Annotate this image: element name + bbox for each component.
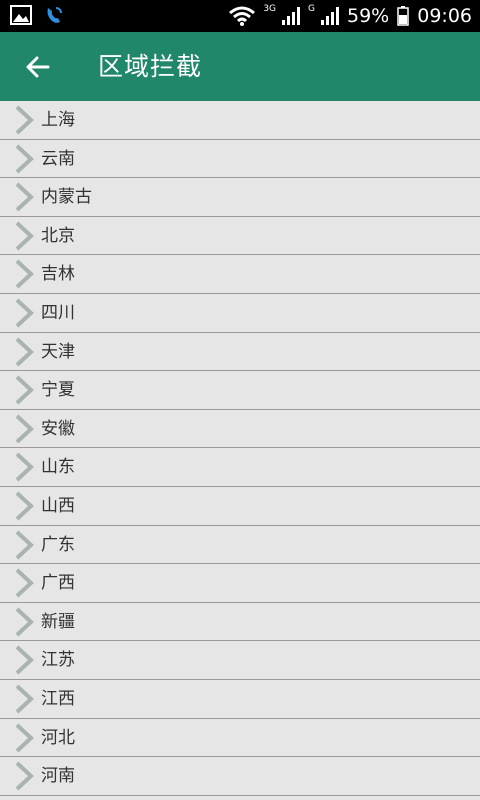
region-label: 上海	[41, 110, 75, 130]
clock: 09:06	[417, 5, 472, 27]
battery-icon	[397, 6, 409, 26]
chevron-right-icon	[15, 375, 34, 405]
chevron-right-icon	[15, 182, 34, 212]
call-sync-icon	[47, 7, 62, 23]
chevron-right-icon	[15, 645, 34, 675]
region-item[interactable]: 四川	[0, 293, 480, 333]
back-arrow-icon[interactable]	[22, 51, 54, 83]
region-item[interactable]: 上海	[0, 101, 480, 140]
chevron-right-icon	[15, 491, 34, 521]
chevron-right-icon	[15, 337, 34, 367]
region-item[interactable]: 河南	[0, 757, 480, 796]
region-label: 山东	[41, 457, 75, 478]
page-title: 区域拦截	[98, 52, 203, 81]
chevron-right-icon	[15, 761, 34, 791]
region-label: 内蒙古	[41, 187, 92, 208]
region-item[interactable]: 广西	[0, 564, 480, 603]
region-item[interactable]: 内蒙古	[0, 178, 480, 217]
region-item[interactable]: 北京	[0, 216, 480, 256]
region-item[interactable]: 新疆	[0, 602, 480, 642]
chevron-right-icon	[15, 298, 34, 328]
app-bar: 区域拦截	[0, 32, 480, 101]
region-label: 宁夏	[41, 380, 75, 401]
region-label: 云南	[41, 148, 75, 169]
region-list: 上海云南内蒙古北京吉林四川天津宁夏安徽山东山西广东广西新疆江苏江西河北河南	[0, 101, 480, 796]
region-label: 新疆	[41, 611, 75, 632]
region-label: 河南	[41, 766, 75, 787]
chevron-right-icon	[15, 221, 34, 251]
region-label: 江苏	[41, 650, 75, 671]
region-label: 安徽	[41, 418, 75, 439]
signal-3g-icon	[282, 7, 301, 25]
region-item[interactable]: 广东	[0, 525, 480, 565]
region-label: 天津	[41, 341, 75, 362]
chevron-right-icon	[15, 105, 34, 135]
region-item[interactable]: 河北	[0, 718, 480, 758]
region-item[interactable]: 云南	[0, 139, 480, 179]
chevron-right-icon	[15, 530, 34, 559]
region-item[interactable]: 江苏	[0, 641, 480, 680]
region-item[interactable]: 吉林	[0, 255, 480, 294]
region-label: 江西	[41, 688, 75, 709]
chevron-right-icon	[15, 259, 34, 289]
network-type-3g: 3G	[263, 4, 277, 14]
chevron-right-icon	[15, 144, 34, 174]
region-item[interactable]: 安徽	[0, 409, 480, 449]
chevron-right-icon	[15, 723, 34, 752]
region-label: 河北	[41, 727, 75, 748]
region-label: 四川	[41, 302, 75, 323]
notification-icons	[10, 5, 64, 25]
network-type-g: G	[308, 4, 315, 14]
chevron-right-icon	[15, 607, 34, 637]
chevron-right-icon	[15, 414, 34, 444]
region-label: 山西	[41, 495, 75, 516]
chevron-right-icon	[15, 568, 34, 598]
wifi-icon	[229, 6, 256, 26]
region-item[interactable]: 江西	[0, 679, 480, 719]
signal-g-icon	[321, 7, 339, 25]
region-item[interactable]: 山东	[0, 448, 480, 487]
region-label: 广西	[41, 573, 75, 594]
status-bar: 3G G 59% 09:06	[0, 0, 480, 32]
image-notification-icon	[10, 5, 32, 25]
battery-percent: 59%	[347, 5, 390, 27]
chevron-right-icon	[15, 684, 34, 714]
region-label: 吉林	[41, 264, 75, 285]
region-item[interactable]: 宁夏	[0, 371, 480, 410]
chevron-right-icon	[15, 452, 34, 482]
region-item[interactable]: 山西	[0, 486, 480, 526]
region-label: 广东	[41, 534, 75, 555]
region-item[interactable]: 天津	[0, 332, 480, 372]
region-label: 北京	[41, 225, 75, 246]
system-status: 3G G 59% 09:06	[229, 0, 472, 32]
